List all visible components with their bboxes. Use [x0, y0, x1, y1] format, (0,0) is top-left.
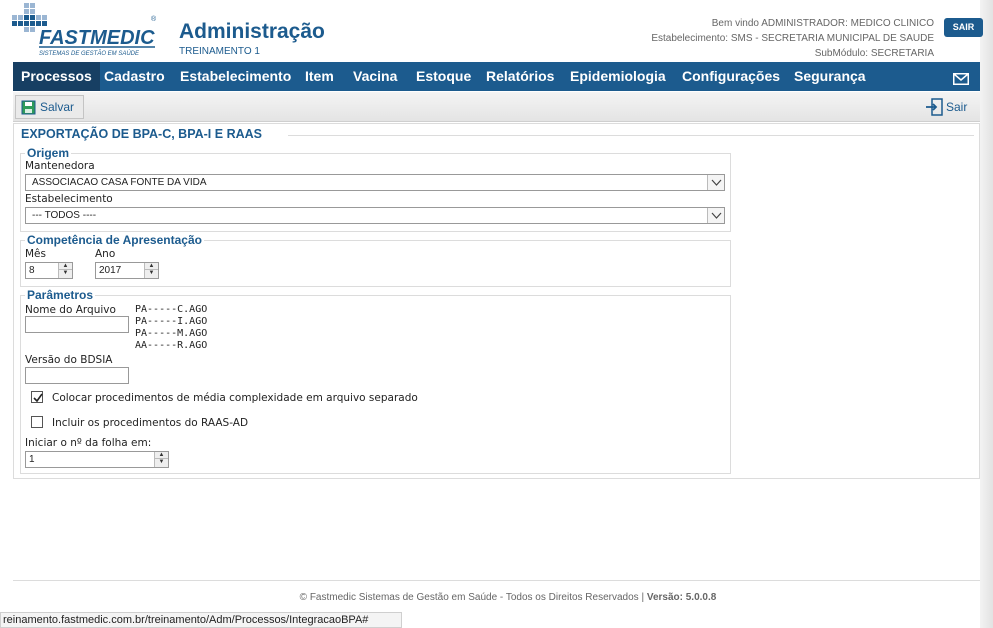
estabelecimento-value: --- TODOS ---- — [32, 210, 97, 221]
mantenedora-value: ASSOCIACAO CASA FONTE DA VIDA — [32, 177, 207, 188]
save-label: Salvar — [40, 100, 75, 114]
raas-ad-checkbox[interactable] — [31, 416, 43, 428]
competencia-legend: Competência de Apresentação — [27, 233, 202, 247]
menu-processos[interactable]: Processos — [13, 62, 100, 91]
footer: © Fastmedic Sistemas de Gestão em Saúde … — [0, 592, 993, 603]
file-pattern-m: PA-----M.AGO — [135, 328, 208, 339]
spin-up-icon[interactable]: ▲ — [145, 263, 158, 270]
chevron-down-icon — [707, 208, 724, 223]
estabelecimento-label: Estabelecimento — [25, 193, 113, 205]
ano-label: Ano — [95, 248, 116, 260]
menu-epidemiologia[interactable]: Epidemiologia — [570, 62, 666, 91]
media-complexidade-label[interactable]: Colocar procedimentos de média complexid… — [52, 392, 418, 404]
spin-up-icon[interactable]: ▲ — [155, 452, 168, 459]
exit-label: Sair — [946, 100, 968, 114]
save-icon — [21, 100, 36, 115]
save-button[interactable]: Salvar — [15, 95, 84, 119]
menu-relatorios[interactable]: Relatórios — [486, 62, 554, 91]
logout-button[interactable]: SAIR — [944, 18, 983, 37]
window-edge — [980, 0, 993, 628]
version-text: Versão: 5.0.0.8 — [646, 592, 717, 603]
folha-spinner[interactable]: 1 ▲ ▼ — [25, 451, 169, 468]
copyright-text: © Fastmedic Sistemas de Gestão em Saúde … — [299, 592, 645, 603]
menu-vacina[interactable]: Vacina — [353, 62, 397, 91]
main-menu: Processos Cadastro Estabelecimento Item … — [13, 62, 980, 91]
spin-down-icon[interactable]: ▼ — [155, 459, 168, 466]
raas-ad-label[interactable]: Incluir os procedimentos do RAAS-AD — [52, 417, 248, 429]
exit-button[interactable]: Sair — [925, 95, 967, 119]
menu-estabelecimento[interactable]: Estabelecimento — [180, 62, 291, 91]
spin-down-icon[interactable]: ▼ — [145, 270, 158, 277]
header: FASTMEDIC SISTEMAS DE GESTÃO EM SAÚDE ® … — [0, 0, 983, 62]
media-complexidade-checkbox[interactable] — [31, 391, 43, 403]
page-title: Administração — [179, 20, 325, 43]
menu-cadastro[interactable]: Cadastro — [104, 62, 165, 91]
exit-icon — [926, 98, 943, 116]
mes-label: Mês — [25, 248, 46, 260]
environment-label: TREINAMENTO 1 — [179, 46, 260, 57]
mantenedora-select[interactable]: ASSOCIACAO CASA FONTE DA VIDA — [25, 174, 725, 191]
welcome-text: Bem vindo ADMINISTRADOR: MEDICO CLINICO — [711, 18, 934, 29]
mes-value: 8 — [29, 265, 35, 276]
file-pattern-c: PA-----C.AGO — [135, 304, 208, 315]
svg-text:®: ® — [151, 15, 157, 23]
ano-value: 2017 — [99, 265, 122, 276]
folha-value: 1 — [29, 454, 35, 465]
chevron-down-icon — [707, 175, 724, 190]
divider — [288, 135, 974, 136]
menu-seguranca[interactable]: Segurança — [794, 62, 866, 91]
form-heading: EXPORTAÇÃO DE BPA-C, BPA-I E RAAS — [21, 127, 262, 141]
mes-spinner[interactable]: 8 ▲ ▼ — [25, 262, 73, 279]
nome-arquivo-input[interactable] — [25, 316, 129, 333]
page: FASTMEDIC SISTEMAS DE GESTÃO EM SAÚDE ® … — [0, 0, 993, 628]
menu-configuracoes[interactable]: Configurações — [682, 62, 780, 91]
ano-spinner[interactable]: 2017 ▲ ▼ — [95, 262, 159, 279]
toolbar: Salvar Sair — [13, 92, 980, 122]
spin-down-icon[interactable]: ▼ — [59, 270, 72, 277]
envelope-icon[interactable] — [953, 70, 969, 85]
file-pattern-r: AA-----R.AGO — [135, 340, 208, 351]
versao-label: Versão do BDSIA — [25, 354, 113, 366]
menu-item[interactable]: Item — [305, 62, 334, 91]
folha-label: Iniciar o nº da folha em: — [25, 437, 152, 449]
fastmedic-logo[interactable]: FASTMEDIC SISTEMAS DE GESTÃO EM SAÚDE ® — [12, 3, 162, 59]
parametros-legend: Parâmetros — [27, 288, 94, 302]
spin-up-icon[interactable]: ▲ — [59, 263, 72, 270]
checkmark-icon — [33, 393, 43, 403]
user-info: Bem vindo ADMINISTRADOR: MEDICO CLINICO … — [651, 16, 934, 61]
nome-arquivo-label: Nome do Arquivo — [25, 304, 116, 316]
file-pattern-i: PA-----I.AGO — [135, 316, 208, 327]
estabelecimento-select[interactable]: --- TODOS ---- — [25, 207, 725, 224]
mantenedora-label: Mantenedora — [25, 160, 95, 172]
export-form: EXPORTAÇÃO DE BPA-C, BPA-I E RAAS Origem… — [13, 123, 980, 479]
browser-status-bar: reinamento.fastmedic.com.br/treinamento/… — [0, 612, 402, 628]
menu-estoque[interactable]: Estoque — [416, 62, 471, 91]
submodule-text: SubMódulo: SECRETARIA — [814, 48, 934, 59]
origem-legend: Origem — [27, 146, 70, 160]
logo-tagline: SISTEMAS DE GESTÃO EM SAÚDE — [39, 50, 140, 57]
footer-divider — [13, 580, 980, 581]
establishment-text: Estabelecimento: SMS - SECRETARIA MUNICI… — [651, 33, 934, 44]
logo-text: FASTMEDIC — [39, 27, 155, 49]
versao-input[interactable] — [25, 367, 129, 384]
